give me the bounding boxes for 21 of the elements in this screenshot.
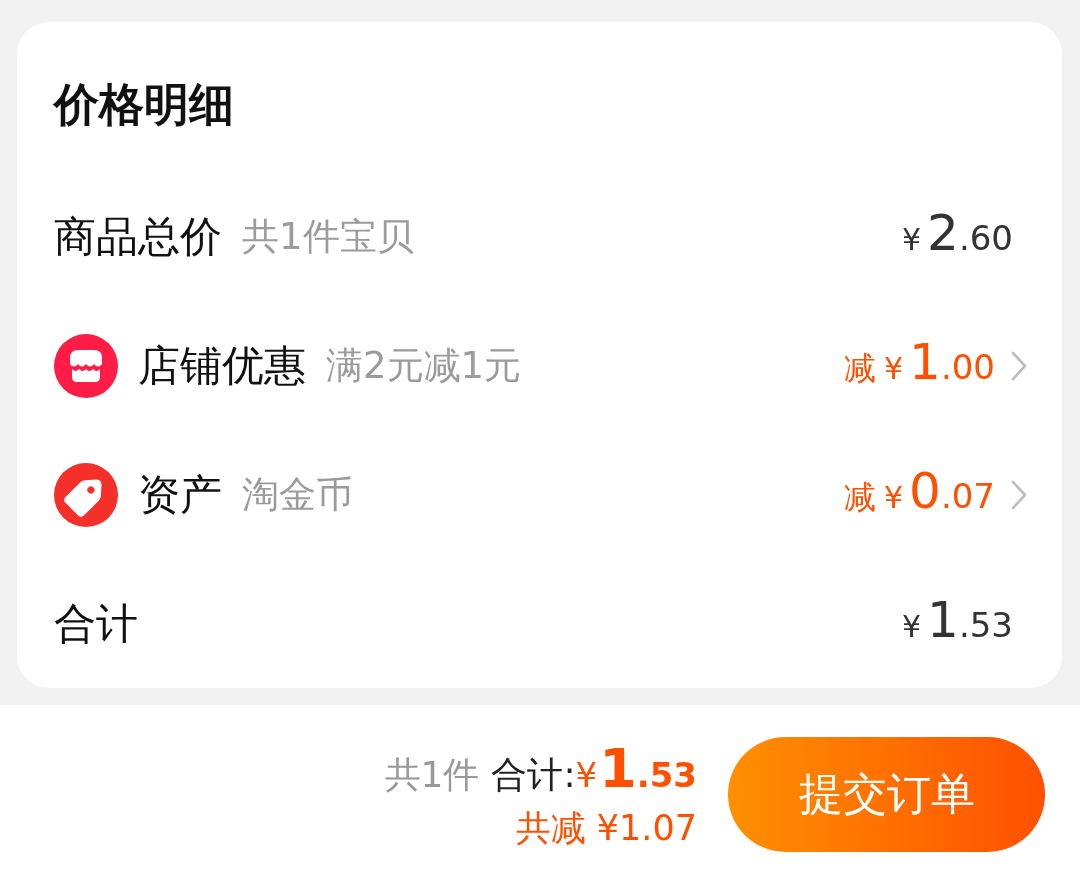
total-label: 合计: (491, 752, 576, 797)
row-label: 资产 (138, 469, 222, 520)
section-title: 价格明细 (54, 80, 234, 130)
savings-text: 共减 ¥1.07 (515, 806, 697, 850)
total-price: ¥1.53 (575, 738, 697, 802)
discount-amount: 减 ¥1.00 (844, 332, 995, 393)
row-label: 合计 (54, 598, 138, 649)
row-label: 商品总价 (54, 211, 222, 262)
chevron-icon[interactable] (1011, 479, 1027, 510)
storefront-icon (54, 333, 118, 398)
tag-icon (54, 462, 118, 527)
row-label: 店铺优惠 (138, 340, 306, 391)
discount-amount: 减 ¥0.07 (844, 461, 995, 522)
item-count: 共1件 (384, 752, 480, 797)
row-note: 满2元减1元 (326, 342, 522, 389)
price-text: ¥1.53 (902, 590, 1013, 651)
submit-button[interactable]: 提交订单 (728, 737, 1045, 852)
chevron-icon[interactable] (1011, 350, 1027, 381)
row-note: 共1件宝贝 (242, 213, 414, 260)
price-text: ¥2.60 (902, 203, 1013, 264)
row-note: 淘金币 (242, 471, 353, 518)
